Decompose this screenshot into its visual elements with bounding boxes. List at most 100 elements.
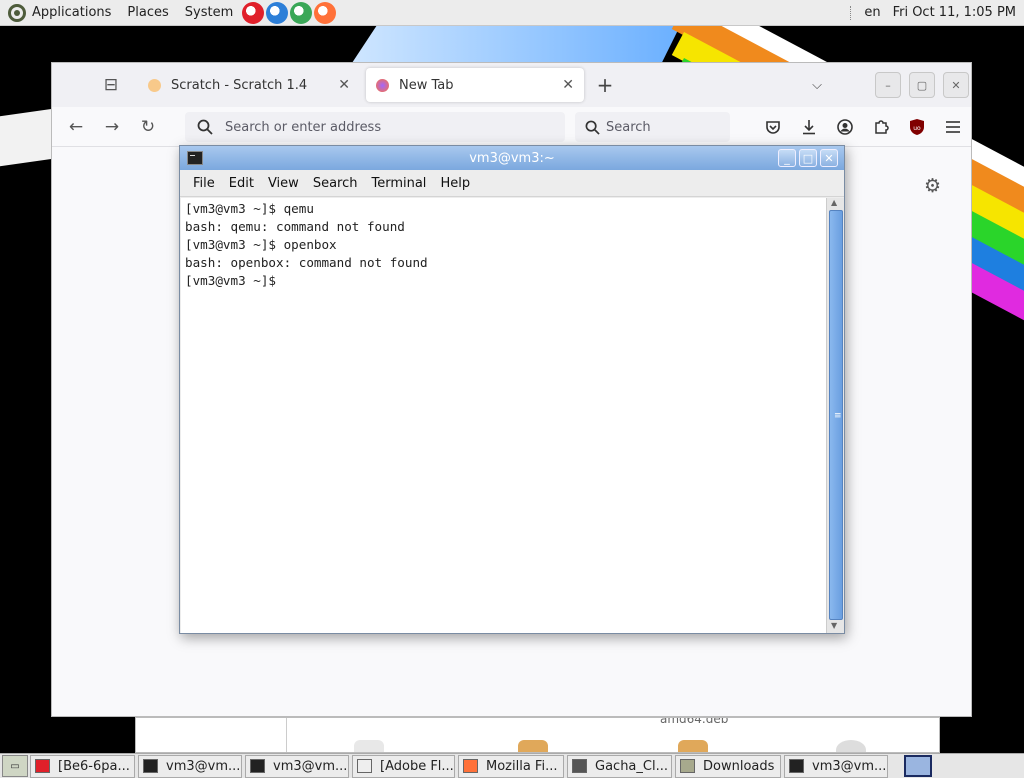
taskbar-item[interactable]: Gacha_Cl... <box>567 754 672 778</box>
terminal-line: [vm3@vm3 ~]$ openbox <box>185 237 337 252</box>
terminal-title: vm3@vm3:~ <box>469 150 555 166</box>
reload-button[interactable]: ↻ <box>130 111 166 143</box>
account-icon[interactable] <box>827 111 863 143</box>
applications-menu-label: Applications <box>32 5 112 20</box>
search-placeholder: Search <box>606 119 651 135</box>
firefox-launcher-icon[interactable] <box>314 1 337 24</box>
new-tab-button[interactable]: + <box>588 68 622 102</box>
keyboard-layout-indicator[interactable]: en <box>860 0 884 26</box>
tab-title: New Tab <box>399 77 454 93</box>
tab-new-tab[interactable]: New Tab ✕ <box>366 68 584 102</box>
terminal-line: bash: qemu: command not found <box>185 219 405 234</box>
taskbar-item-label: Mozilla Fi... <box>486 758 558 774</box>
taskbar-item-label: [Adobe Fl... <box>380 758 454 774</box>
terminal-close-button[interactable]: ✕ <box>820 149 838 167</box>
disc-icon[interactable] <box>836 740 866 752</box>
taskbar-item-label: [Be6-6pa... <box>58 758 130 774</box>
terminal-icon <box>187 151 203 165</box>
places-menu[interactable]: Places <box>119 0 176 26</box>
menu-help[interactable]: Help <box>433 176 477 191</box>
distro-logo-icon <box>8 3 26 22</box>
taskbar-item-label: vm3@vm... <box>812 758 887 774</box>
taskbar-item[interactable]: [Be6-6pa... <box>30 754 135 778</box>
panel-separator <box>850 5 852 20</box>
system-menu[interactable]: System <box>177 0 241 26</box>
maximize-button[interactable]: ▢ <box>909 72 935 98</box>
tab-title: Scratch - Scratch 1.4 <box>171 77 308 93</box>
taskbar-item[interactable]: [Adobe Fl... <box>352 754 455 778</box>
taskbar-item[interactable]: vm3@vm... <box>784 754 888 778</box>
terminal-scrollbar[interactable]: ▲ ≡ ▼ <box>826 198 844 633</box>
firefox-favicon-icon <box>376 78 389 92</box>
menu-search[interactable]: Search <box>306 176 365 191</box>
taskbar-item[interactable]: Downloads <box>675 754 781 778</box>
gear-icon[interactable]: ⚙ <box>924 175 941 197</box>
file-manager-background: amd64.deb <box>135 717 940 753</box>
sidebar-divider <box>286 718 287 752</box>
taskbar-item[interactable]: vm3@vm... <box>245 754 349 778</box>
close-tab-icon[interactable]: ✕ <box>562 77 574 93</box>
taskbar-item-icon <box>250 759 265 773</box>
svg-text:uo: uo <box>913 125 921 132</box>
scroll-down-arrow-icon[interactable]: ▼ <box>831 621 837 630</box>
terminal-output[interactable]: [vm3@vm3 ~]$ qemu bash: qemu: command no… <box>181 198 826 633</box>
taskbar-item[interactable]: Mozilla Fi... <box>458 754 564 778</box>
menu-file[interactable]: File <box>186 176 222 191</box>
taskbar-item-icon <box>789 759 804 773</box>
downloads-icon[interactable] <box>791 111 827 143</box>
ublock-icon[interactable]: uo <box>899 111 935 143</box>
package-icon[interactable] <box>678 740 708 752</box>
terminal-maximize-button[interactable]: □ <box>799 149 817 167</box>
wallpaper-blue-band <box>350 26 680 66</box>
scrollbar-thumb[interactable]: ≡ <box>829 210 843 620</box>
url-bar[interactable]: Search or enter address <box>185 112 565 142</box>
taskbar-item[interactable]: vm3@vm... <box>138 754 242 778</box>
search-icon <box>585 120 600 135</box>
scroll-up-arrow-icon[interactable]: ▲ <box>831 198 837 207</box>
menu-icon[interactable] <box>935 111 971 143</box>
tab-scratch[interactable]: Scratch - Scratch 1.4 ✕ <box>138 68 360 102</box>
menu-edit[interactable]: Edit <box>222 176 261 191</box>
list-all-tabs-button[interactable]: ⌵ <box>800 69 834 101</box>
file-name-label: amd64.deb <box>660 717 729 726</box>
chrome-launcher-icon[interactable] <box>290 1 313 24</box>
extensions-icon[interactable] <box>863 111 899 143</box>
firefox-view-icon[interactable]: ⊟ <box>94 68 128 102</box>
top-panel: Applications Places System en Fri Oct 11… <box>0 0 1024 26</box>
scratch-favicon-icon <box>148 78 161 92</box>
taskbar-item-label: vm3@vm... <box>166 758 241 774</box>
pocket-icon[interactable] <box>755 111 791 143</box>
taskbar-item-icon <box>357 759 372 773</box>
taskbar-item-icon <box>35 759 50 773</box>
terminal-window: vm3@vm3:~ _ □ ✕ File Edit View Search Te… <box>179 145 845 634</box>
taskbar-item-icon <box>680 759 695 773</box>
minimize-button[interactable]: – <box>875 72 901 98</box>
menu-view[interactable]: View <box>261 176 306 191</box>
terminal-minimize-button[interactable]: _ <box>778 149 796 167</box>
taskbar-item-label: vm3@vm... <box>273 758 348 774</box>
taskbar-item-icon <box>143 759 158 773</box>
terminal-line: bash: openbox: command not found <box>185 255 428 270</box>
edge-dev-launcher-icon[interactable] <box>266 1 289 24</box>
clock[interactable]: Fri Oct 11, 1:05 PM <box>885 0 1024 26</box>
taskbar-item-icon <box>572 759 587 773</box>
bottom-taskbar: ▭ [Be6-6pa... vm3@vm... vm3@vm... [Adobe Fl… <box>0 753 1024 778</box>
workspace-switcher[interactable] <box>904 755 932 777</box>
applications-menu[interactable]: Applications <box>0 0 119 26</box>
package-icon[interactable] <box>518 740 548 752</box>
taskbar-item-icon <box>463 759 478 773</box>
terminal-titlebar[interactable]: vm3@vm3:~ _ □ ✕ <box>180 146 844 170</box>
show-desktop-button[interactable]: ▭ <box>2 755 28 777</box>
close-button[interactable]: ✕ <box>943 72 969 98</box>
terminal-prompt-line: [vm3@vm3 ~]$ <box>185 273 284 288</box>
taskbar-item-label: Downloads <box>703 758 775 774</box>
close-tab-icon[interactable]: ✕ <box>338 77 350 93</box>
forward-button[interactable]: → <box>94 111 130 143</box>
back-button[interactable]: ← <box>58 111 94 143</box>
opera-launcher-icon[interactable] <box>242 1 265 24</box>
firefox-nav-bar: ← → ↻ Search or enter address Search uo <box>52 107 971 147</box>
menu-terminal[interactable]: Terminal <box>364 176 433 191</box>
file-icon[interactable] <box>354 740 384 752</box>
search-bar[interactable]: Search <box>575 112 730 142</box>
terminal-menubar: File Edit View Search Terminal Help <box>180 170 844 197</box>
